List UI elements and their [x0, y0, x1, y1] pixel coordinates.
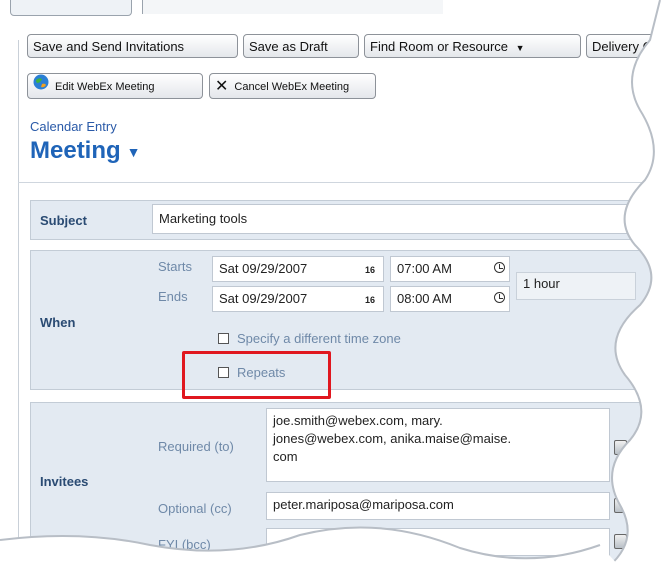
torn-edge-decoration	[0, 0, 672, 567]
calendar-entry-window: Save and Send Invitations Save as Draft …	[0, 0, 672, 567]
